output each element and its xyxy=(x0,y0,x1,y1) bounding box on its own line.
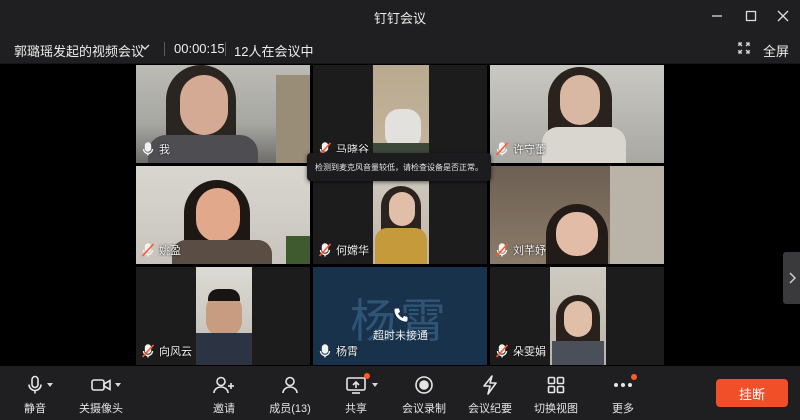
microphone-muted-icon xyxy=(496,142,508,156)
divider xyxy=(225,42,226,56)
meeting-info-bar: 郭璐瑶发起的视频会议 00:00:15 12人在会议中 全屏 xyxy=(0,32,800,64)
grid-icon xyxy=(547,374,565,396)
participant-nametag: 姚盈 xyxy=(142,242,181,258)
video-tile[interactable]: 刘芊妤 xyxy=(490,166,664,264)
participant-name: 何嫦华 xyxy=(336,245,369,257)
next-page-button[interactable] xyxy=(783,252,800,304)
members-button[interactable]: 成员(13) xyxy=(255,374,325,416)
invite-label: 邀请 xyxy=(213,403,235,415)
video-tile[interactable]: 我 xyxy=(136,65,310,163)
microphone-muted-icon xyxy=(142,243,154,257)
video-tile[interactable]: 许守蕾 xyxy=(490,65,664,163)
caret-down-icon[interactable] xyxy=(115,383,121,387)
caret-down-icon[interactable] xyxy=(372,383,378,387)
mute-label: 静音 xyxy=(24,403,46,415)
record-label: 会议录制 xyxy=(402,403,446,415)
meeting-toolbar: 静音 关摄像头 邀请 成员(13) 共享 会议录制 会议纪要 切换视图 更多 挂… xyxy=(0,366,800,420)
share-button[interactable]: 共享 xyxy=(321,373,391,416)
record-icon xyxy=(414,374,434,396)
more-label: 更多 xyxy=(612,403,634,415)
minimize-icon xyxy=(712,15,722,17)
lightning-icon xyxy=(481,374,499,396)
participant-name: 姚盈 xyxy=(159,245,181,257)
switch-view-label: 切换视图 xyxy=(534,403,578,415)
participant-nametag: 刘芊妤 xyxy=(496,242,546,258)
microphone-icon xyxy=(27,374,53,396)
more-icon xyxy=(613,374,637,396)
video-tile[interactable]: 向风云 xyxy=(136,267,310,365)
maximize-icon xyxy=(745,10,757,22)
mute-button[interactable]: 静音 xyxy=(0,374,70,416)
meeting-title[interactable]: 郭璐瑶发起的视频会议 xyxy=(14,41,144,60)
microphone-muted-icon xyxy=(142,344,154,358)
camera-off-label: 关摄像头 xyxy=(79,403,123,415)
notification-dot xyxy=(631,374,637,380)
close-icon xyxy=(777,10,789,22)
participant-nametag: 杨霄 xyxy=(319,343,358,359)
minutes-button[interactable]: 会议纪要 xyxy=(455,374,525,416)
more-button[interactable]: 更多 xyxy=(588,374,658,416)
participant-name: 杨霄 xyxy=(336,346,358,358)
fullscreen-button[interactable]: 全屏 xyxy=(763,41,789,60)
microphone-muted-icon xyxy=(496,243,508,257)
minimize-button[interactable] xyxy=(706,5,728,27)
participant-name: 朵雯娟 xyxy=(513,346,546,358)
phone-icon xyxy=(393,307,409,326)
chevron-down-icon[interactable] xyxy=(139,41,151,56)
members-label: 成员(13) xyxy=(269,403,311,415)
screen-share-icon xyxy=(346,373,378,396)
participant-name: 刘芊妤 xyxy=(513,245,546,257)
participant-nametag: 我 xyxy=(142,141,170,157)
microphone-icon xyxy=(319,344,331,358)
participant-name: 许守蕾 xyxy=(513,144,546,156)
share-label: 共享 xyxy=(345,403,367,415)
participant-name: 向风云 xyxy=(159,346,192,358)
window-title: 钉钉会议 xyxy=(373,11,426,26)
microphone-icon xyxy=(142,142,154,156)
video-grid: 我 马晓谷 许守蕾 姚盈 何嫦华 刘芊妤 向风云 杨霄 超时未接通 杨霄 朵雯娟… xyxy=(0,64,800,366)
meeting-timer: 00:00:15 xyxy=(174,41,225,56)
chevron-right-icon xyxy=(788,272,796,284)
microphone-muted-icon xyxy=(319,243,331,257)
video-tile[interactable]: 马晓谷 xyxy=(313,65,487,163)
participant-count: 12人在会议中 xyxy=(234,44,314,59)
participant-name: 我 xyxy=(159,144,170,156)
call-status: 超时未接通 xyxy=(373,330,428,342)
video-tile[interactable]: 朵雯娟 xyxy=(490,267,664,365)
participant-nametag: 许守蕾 xyxy=(496,141,546,157)
camera-off-button[interactable]: 关摄像头 xyxy=(66,374,136,416)
title-bar: 钉钉会议 xyxy=(0,0,800,32)
microphone-muted-icon xyxy=(496,344,508,358)
video-tile[interactable]: 杨霄 超时未接通 杨霄 xyxy=(313,267,487,365)
notification-dot xyxy=(364,373,370,379)
close-button[interactable] xyxy=(772,5,794,27)
invite-button[interactable]: 邀请 xyxy=(189,374,259,416)
caret-down-icon[interactable] xyxy=(47,383,53,387)
participant-nametag: 向风云 xyxy=(142,343,192,359)
video-tile[interactable]: 姚盈 xyxy=(136,166,310,264)
hang-up-button[interactable]: 挂断 xyxy=(716,379,788,407)
record-button[interactable]: 会议录制 xyxy=(389,374,459,416)
participant-nametag: 何嫦华 xyxy=(319,242,369,258)
add-user-icon xyxy=(213,374,235,396)
fullscreen-icon[interactable] xyxy=(738,42,750,57)
camera-icon xyxy=(91,374,121,396)
maximize-button[interactable] xyxy=(740,5,762,27)
switch-view-button[interactable]: 切换视图 xyxy=(521,374,591,416)
participant-nametag: 朵雯娟 xyxy=(496,343,546,359)
minutes-label: 会议纪要 xyxy=(468,403,512,415)
divider xyxy=(164,42,165,56)
user-icon xyxy=(281,374,299,396)
mic-warning-tooltip: 检测到麦克风音量较低，请检查设备是否正常。 xyxy=(307,148,491,181)
